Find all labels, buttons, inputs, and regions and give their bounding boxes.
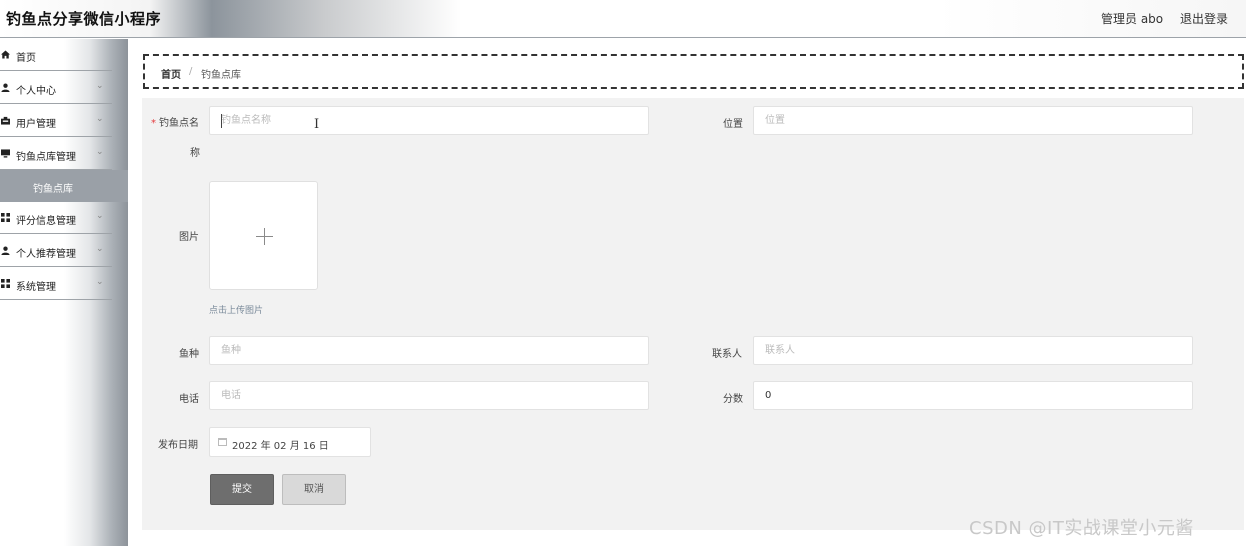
required-mark: *	[151, 118, 156, 129]
submit-button[interactable]: 提交	[210, 474, 274, 505]
top-header: 钓鱼点分享微信小程序 管理员 abo 退出登录	[0, 0, 1246, 38]
cancel-button[interactable]: 取消	[282, 474, 346, 505]
score-value: 0	[765, 390, 772, 401]
sidebar-item-label: 个人推荐管理	[16, 249, 76, 260]
spot-name-label-text: 钓鱼点名	[159, 118, 199, 129]
phone-input[interactable]: 电话	[209, 381, 649, 410]
breadcrumb-current: 钓鱼点库	[201, 70, 241, 81]
phone-placeholder: 电话	[221, 390, 241, 401]
sidebar-subitem-spot-library[interactable]: 钓鱼点库	[0, 170, 128, 202]
publish-date-label: 发布日期	[158, 440, 198, 451]
breadcrumb: 首页 / 钓鱼点库	[143, 54, 1244, 89]
phone-label: 电话	[179, 394, 199, 405]
location-label: 位置	[723, 119, 743, 130]
publish-date-picker[interactable]: 2022 年 02 月 16 日	[209, 427, 371, 457]
app-title: 钓鱼点分享微信小程序	[6, 10, 162, 28]
contact-input[interactable]: 联系人	[753, 336, 1193, 365]
image-upload-button[interactable]	[209, 181, 318, 290]
text-caret	[221, 114, 222, 128]
upload-tip: 点击上传图片	[209, 306, 264, 316]
person-icon	[1, 246, 10, 255]
sidebar-item-user-management[interactable]: 用户管理 ⌄	[0, 105, 112, 137]
watermark: CSDN @IT实战课堂小元酱	[969, 518, 1194, 539]
sidebar-item-home[interactable]: 首页	[0, 39, 112, 71]
chevron-down-icon: ⌄	[96, 211, 104, 221]
fish-species-input[interactable]: 鱼种	[209, 336, 649, 365]
monitor-icon	[1, 149, 10, 158]
sidebar-item-profile[interactable]: 个人中心 ⌄	[0, 72, 112, 104]
sidebar-item-label: 个人中心	[16, 86, 56, 97]
spot-name-label-wrap: 称	[190, 148, 200, 159]
sidebar-item-label: 评分信息管理	[16, 216, 76, 227]
location-input[interactable]: 位置	[753, 106, 1193, 135]
logout-link[interactable]: 退出登录	[1180, 10, 1228, 27]
grid-icon	[1, 279, 10, 288]
image-label: 图片	[179, 232, 199, 243]
person-icon	[1, 83, 10, 92]
sidebar-item-label: 钓鱼点库管理	[16, 152, 76, 163]
sidebar-item-system-management[interactable]: 系统管理 ⌄	[0, 268, 112, 300]
location-placeholder: 位置	[765, 115, 785, 126]
user-manage-icon	[1, 116, 10, 125]
breadcrumb-home[interactable]: 首页	[161, 66, 181, 81]
chevron-down-icon: ⌄	[96, 244, 104, 254]
grid-icon	[1, 213, 10, 222]
sidebar: 首页 个人中心 ⌄ 用户管理 ⌄ 钓鱼点库管理 ⌄ 钓鱼点库 评分信息管理 ⌄ …	[0, 39, 128, 546]
breadcrumb-separator: /	[189, 66, 193, 77]
sidebar-item-label: 首页	[16, 53, 36, 64]
fish-species-placeholder: 鱼种	[221, 345, 241, 356]
plus-icon-vertical	[264, 228, 265, 245]
contact-label: 联系人	[712, 349, 742, 360]
sidebar-item-label: 钓鱼点库	[33, 184, 73, 195]
spot-name-label: * 钓鱼点名	[151, 114, 199, 129]
current-user: 管理员 abo	[1101, 12, 1164, 26]
chevron-down-icon: ⌄	[96, 81, 104, 91]
score-input[interactable]: 0	[753, 381, 1193, 410]
chevron-down-icon: ⌄	[96, 277, 104, 287]
chevron-down-icon: ⌄	[96, 147, 104, 157]
home-icon	[1, 50, 10, 59]
sidebar-item-label: 用户管理	[16, 119, 56, 130]
fish-species-label: 鱼种	[179, 349, 199, 360]
spot-name-placeholder: 钓鱼点名称	[221, 115, 271, 126]
sidebar-item-spot-library-management[interactable]: 钓鱼点库管理 ⌄	[0, 138, 112, 170]
calendar-icon	[218, 438, 227, 446]
sidebar-item-recommendation-management[interactable]: 个人推荐管理 ⌄	[0, 235, 112, 267]
text-cursor-icon: I	[314, 117, 320, 132]
spot-name-input[interactable]: 钓鱼点名称 I	[209, 106, 649, 135]
sidebar-item-label: 系统管理	[16, 282, 56, 293]
score-label: 分数	[723, 394, 743, 405]
chevron-down-icon: ⌄	[96, 114, 104, 124]
contact-placeholder: 联系人	[765, 345, 795, 356]
sidebar-item-rating-management[interactable]: 评分信息管理 ⌄	[0, 202, 112, 234]
publish-date-value: 2022 年 02 月 16 日	[232, 441, 329, 452]
spot-form: * 钓鱼点名 称 钓鱼点名称 I 位置 位置 图片 点击上传图片 鱼种 鱼种 联系…	[142, 98, 1244, 530]
